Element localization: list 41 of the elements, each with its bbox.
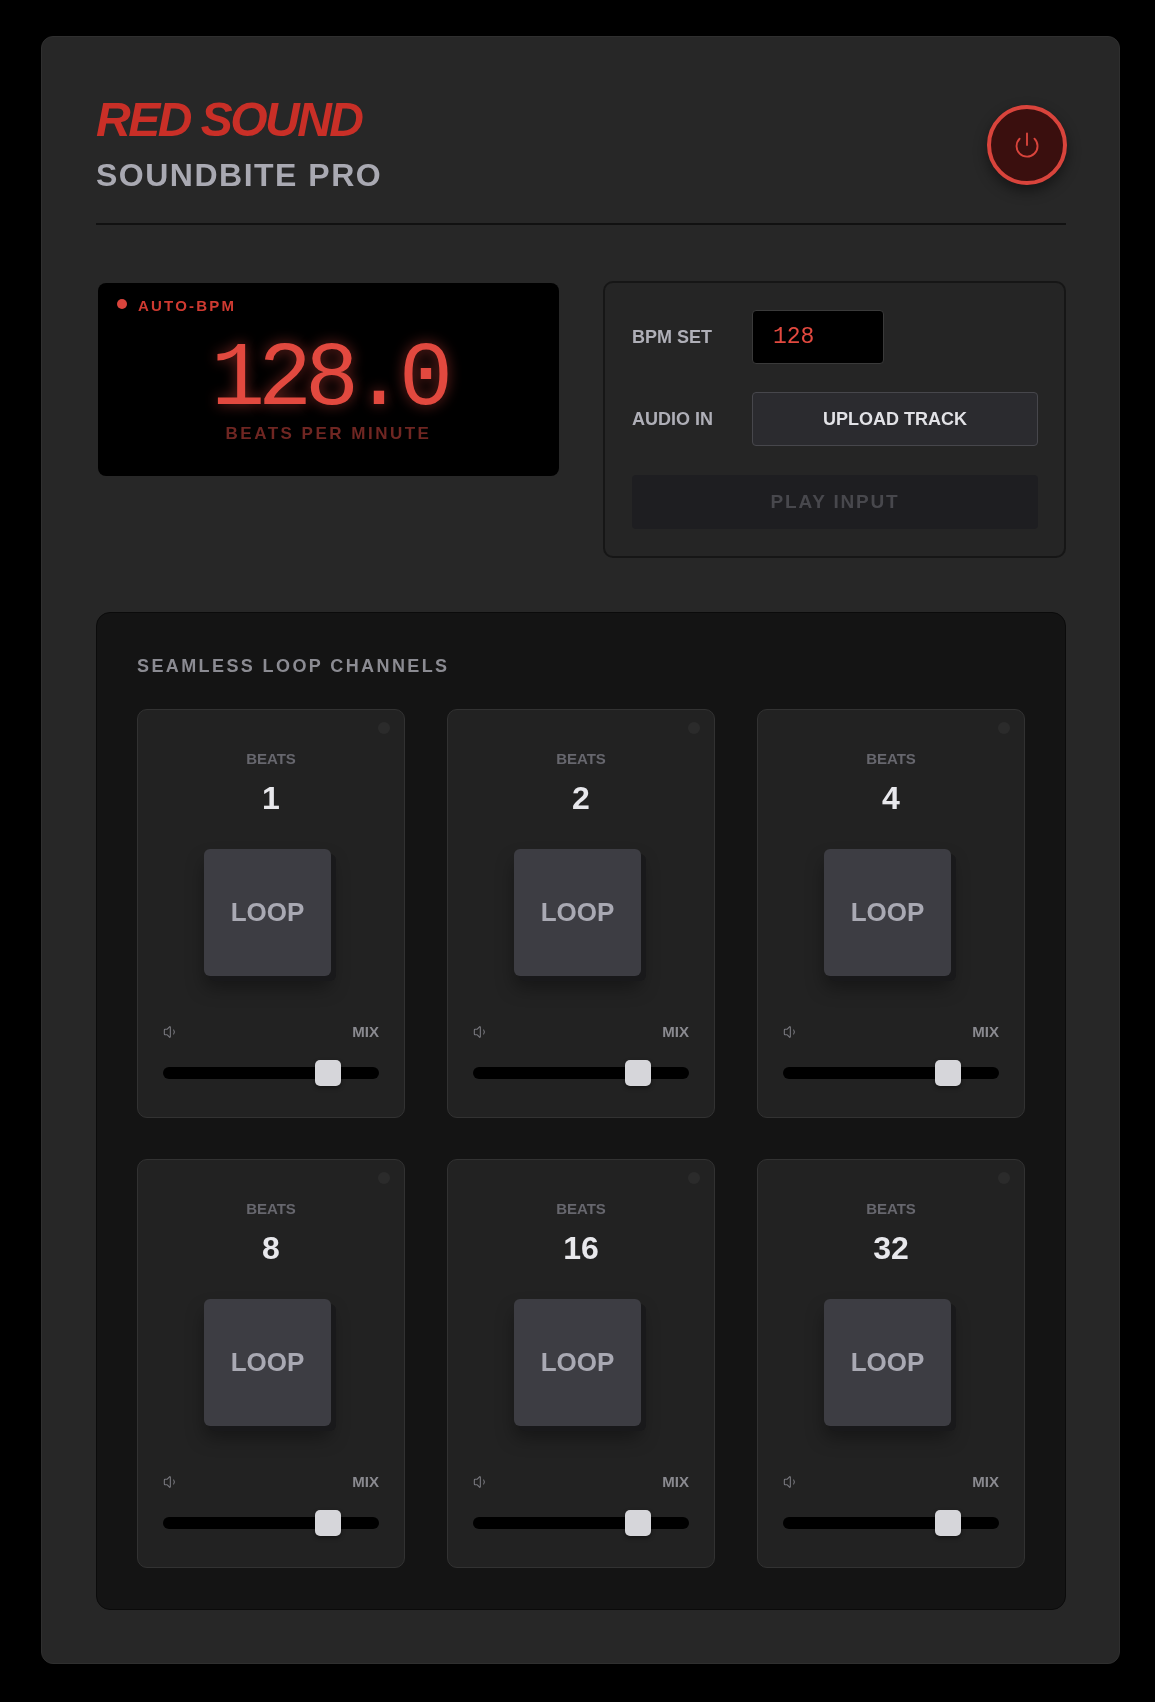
- mix-slider[interactable]: [163, 1060, 379, 1086]
- power-icon: [1013, 131, 1041, 159]
- brand-logo: RED SOUND: [96, 96, 364, 144]
- beats-value: 32: [873, 1229, 909, 1267]
- slider-thumb[interactable]: [935, 1060, 961, 1086]
- section-title: SEAMLESS LOOP CHANNELS: [137, 655, 451, 677]
- beats-label: BEATS: [246, 1200, 296, 1218]
- mix-label: MIX: [352, 1023, 379, 1041]
- mix-label: MIX: [662, 1023, 689, 1041]
- beats-label: BEATS: [866, 750, 916, 768]
- beats-label: BEATS: [556, 750, 606, 768]
- beats-label: BEATS: [866, 1200, 916, 1218]
- slider-thumb[interactable]: [625, 1060, 651, 1086]
- beats-value: 4: [882, 779, 900, 817]
- model-name: SOUNDBITE PRO: [96, 156, 383, 194]
- mix-label: MIX: [662, 1473, 689, 1491]
- field-label: BPM SET: [632, 326, 713, 348]
- mix-slider[interactable]: [473, 1060, 689, 1086]
- beats-value: 8: [262, 1229, 280, 1267]
- beats-value: 16: [563, 1229, 599, 1267]
- mix-slider[interactable]: [163, 1510, 379, 1536]
- slider-thumb[interactable]: [315, 1510, 341, 1536]
- slider-thumb[interactable]: [315, 1060, 341, 1086]
- beats-label: BEATS: [556, 1200, 606, 1218]
- bpm-unit: BEATS PER MINUTE: [225, 424, 432, 444]
- mix-label: MIX: [972, 1023, 999, 1041]
- beats-value: 2: [572, 779, 590, 817]
- mix-slider[interactable]: [783, 1060, 999, 1086]
- bpm-reading: 128.0: [210, 335, 446, 425]
- upload-button[interactable]: UPLOAD TRACK: [752, 392, 1038, 446]
- bpm-input[interactable]: 128: [752, 310, 884, 364]
- slider-thumb[interactable]: [625, 1510, 651, 1536]
- beats-label: BEATS: [246, 750, 296, 768]
- mix-label: MIX: [352, 1473, 379, 1491]
- mix-slider[interactable]: [473, 1510, 689, 1536]
- field-label: AUDIO IN: [632, 408, 714, 430]
- slider-thumb[interactable]: [935, 1510, 961, 1536]
- mix-slider[interactable]: [783, 1510, 999, 1536]
- indicator-label: AUTO-BPM: [138, 297, 237, 315]
- beats-value: 1: [262, 779, 280, 817]
- mix-label: MIX: [972, 1473, 999, 1491]
